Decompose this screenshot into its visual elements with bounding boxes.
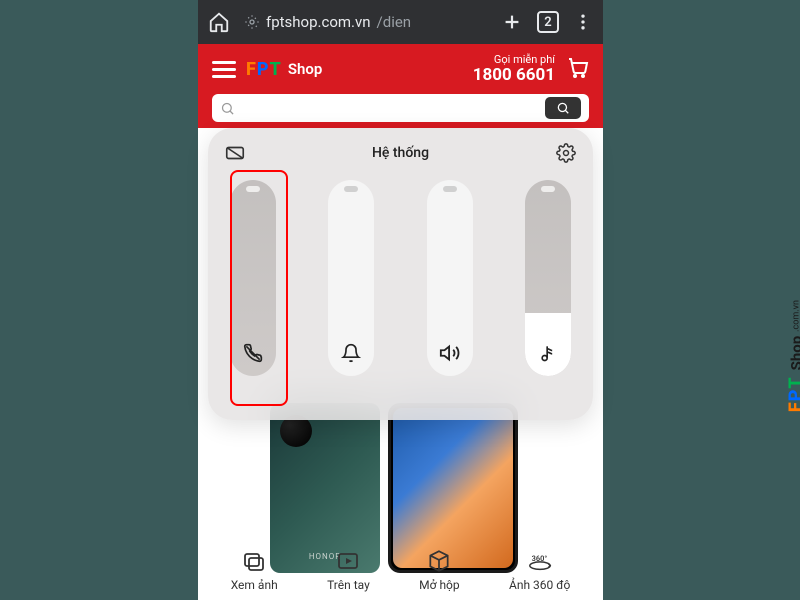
browser-chrome-bar: fptshop.com.vn/dien 2	[198, 0, 603, 44]
media-tabs: Xem ảnh Trên tay Mở hộp 360° Ảnh 360 độ	[198, 548, 603, 592]
volume-panel: Hệ thống	[208, 128, 593, 420]
hamburger-menu-icon[interactable]	[212, 61, 236, 78]
search-input[interactable]	[212, 94, 589, 122]
video-icon	[335, 548, 361, 574]
tab-switcher[interactable]: 2	[537, 11, 559, 33]
settings-icon[interactable]	[555, 142, 577, 164]
gallery-icon	[241, 548, 267, 574]
browser-menu-icon[interactable]	[573, 12, 593, 32]
phone-screenshot: fptshop.com.vn/dien 2 F P T Shop Gọi miễ…	[198, 0, 603, 600]
tab-tren-tay[interactable]: Trên tay	[327, 548, 370, 592]
page-content: Xem ảnh Trên tay Mở hộp 360° Ảnh 360 độ	[198, 128, 603, 600]
new-tab-icon[interactable]	[501, 11, 523, 33]
tab-xem-anh[interactable]: Xem ảnh	[231, 548, 278, 592]
watermark: F P T Shop .com.vn	[786, 300, 800, 412]
site-logo[interactable]: F P T Shop	[246, 59, 322, 80]
tab-mo-hop[interactable]: Mở hộp	[419, 548, 460, 592]
box-icon	[426, 548, 452, 574]
home-icon[interactable]	[208, 11, 230, 33]
cart-icon[interactable]	[565, 55, 589, 83]
url-host: fptshop.com.vn	[266, 13, 371, 31]
url-path: /dien	[377, 13, 412, 31]
ringtone-volume-slider[interactable]	[328, 180, 374, 376]
bell-icon	[340, 342, 362, 364]
hotline[interactable]: Gọi miễn phí 1800 6601	[473, 54, 555, 85]
media-volume-slider[interactable]	[427, 180, 473, 376]
call-mute-icon	[242, 342, 264, 364]
rotate-360-icon: 360°	[527, 548, 553, 574]
url-bar[interactable]: fptshop.com.vn/dien	[244, 13, 411, 31]
speaker-icon	[439, 342, 461, 364]
search-button[interactable]	[545, 97, 581, 119]
media-mute-icon[interactable]	[224, 142, 246, 164]
site-header: F P T Shop Gọi miễn phí 1800 6601	[198, 44, 603, 94]
site-settings-icon	[244, 14, 260, 30]
search-icon	[220, 101, 235, 116]
music-note-icon	[537, 342, 559, 364]
tab-anh-360[interactable]: 360° Ảnh 360 độ	[509, 548, 570, 592]
call-volume-slider[interactable]	[230, 180, 276, 376]
volume-panel-title: Hệ thống	[372, 145, 429, 161]
search-area	[198, 94, 603, 128]
alarm-volume-slider[interactable]	[525, 180, 571, 376]
